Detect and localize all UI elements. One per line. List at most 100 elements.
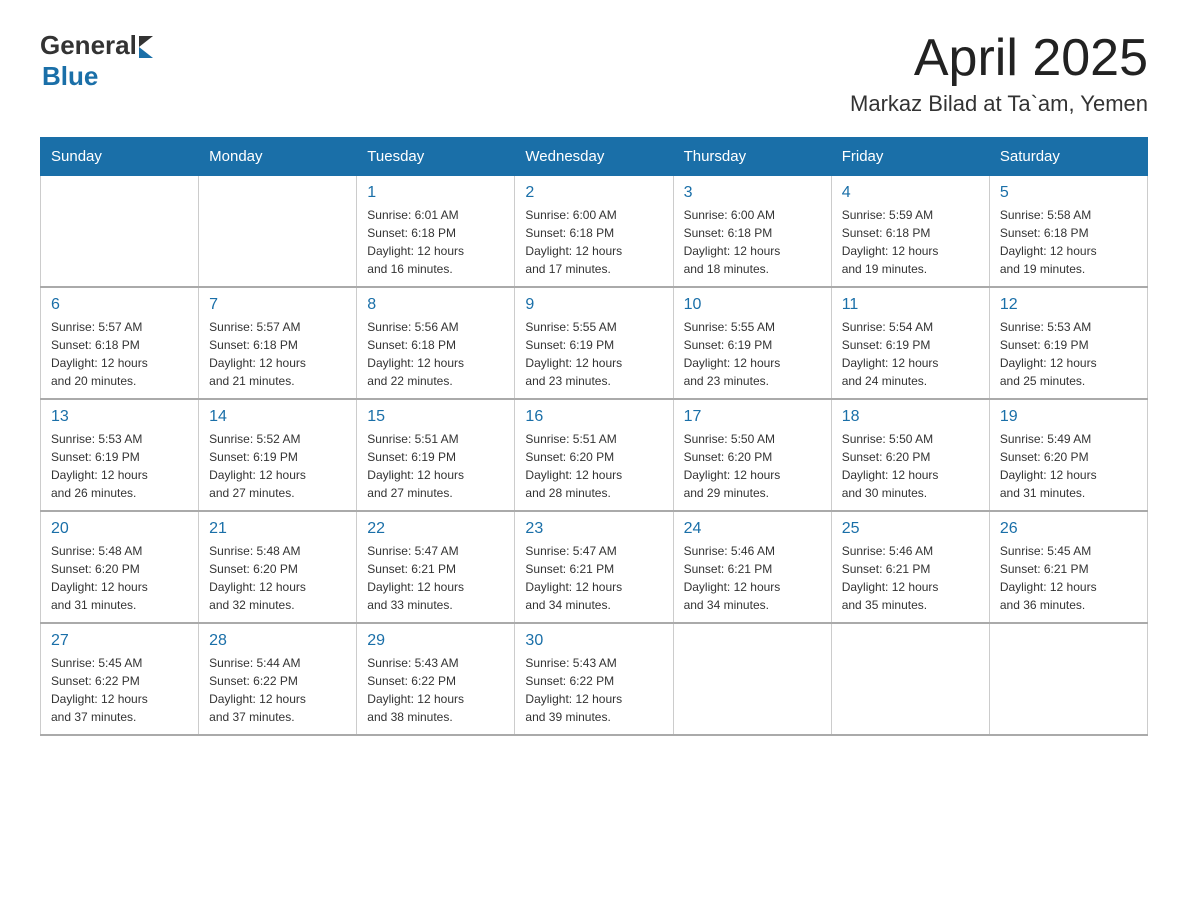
calendar-header: SundayMondayTuesdayWednesdayThursdayFrid… — [41, 138, 1148, 176]
calendar-cell: 22 Sunrise: 5:47 AM Sunset: 6:21 PM Dayli… — [357, 511, 515, 623]
calendar-cell: 18 Sunrise: 5:50 AM Sunset: 6:20 PM Dayli… — [831, 399, 989, 511]
day-number: 23 — [525, 520, 662, 538]
day-info: Sunrise: 5:52 AM Sunset: 6:19 PM Dayligh… — [209, 430, 346, 502]
calendar-row-2: 6 Sunrise: 5:57 AM Sunset: 6:18 PM Daylig… — [41, 287, 1148, 399]
day-info: Sunrise: 6:00 AM Sunset: 6:18 PM Dayligh… — [525, 206, 662, 278]
day-info: Sunrise: 5:43 AM Sunset: 6:22 PM Dayligh… — [525, 654, 662, 726]
title-block: April 2025 Markaz Bilad at Ta`am, Yemen — [850, 30, 1148, 117]
header-cell-tuesday: Tuesday — [357, 138, 515, 176]
day-info: Sunrise: 5:55 AM Sunset: 6:19 PM Dayligh… — [525, 318, 662, 390]
day-info: Sunrise: 5:53 AM Sunset: 6:19 PM Dayligh… — [51, 430, 188, 502]
calendar-cell: 30 Sunrise: 5:43 AM Sunset: 6:22 PM Dayli… — [515, 623, 673, 735]
day-info: Sunrise: 5:45 AM Sunset: 6:21 PM Dayligh… — [1000, 542, 1137, 614]
day-info: Sunrise: 5:50 AM Sunset: 6:20 PM Dayligh… — [684, 430, 821, 502]
day-number: 4 — [842, 184, 979, 202]
calendar-cell: 1Sunrise: 6:01 AM Sunset: 6:18 PM Daylig… — [357, 176, 515, 288]
day-info: Sunrise: 5:55 AM Sunset: 6:19 PM Dayligh… — [684, 318, 821, 390]
day-number: 16 — [525, 408, 662, 426]
header-cell-sunday: Sunday — [41, 138, 199, 176]
page-title: April 2025 — [850, 30, 1148, 87]
header-cell-thursday: Thursday — [673, 138, 831, 176]
day-number: 5 — [1000, 184, 1137, 202]
calendar-cell: 15 Sunrise: 5:51 AM Sunset: 6:19 PM Dayli… — [357, 399, 515, 511]
calendar-cell: 4 Sunrise: 5:59 AM Sunset: 6:18 PM Daylig… — [831, 176, 989, 288]
calendar-cell: 23 Sunrise: 5:47 AM Sunset: 6:21 PM Dayli… — [515, 511, 673, 623]
calendar-cell: 24 Sunrise: 5:46 AM Sunset: 6:21 PM Dayli… — [673, 511, 831, 623]
day-number: 22 — [367, 520, 504, 538]
day-info: Sunrise: 5:47 AM Sunset: 6:21 PM Dayligh… — [367, 542, 504, 614]
calendar-row-5: 27 Sunrise: 5:45 AM Sunset: 6:22 PM Dayli… — [41, 623, 1148, 735]
header-cell-wednesday: Wednesday — [515, 138, 673, 176]
day-number: 29 — [367, 632, 504, 650]
calendar-cell: 16 Sunrise: 5:51 AM Sunset: 6:20 PM Dayli… — [515, 399, 673, 511]
day-number: 20 — [51, 520, 188, 538]
header-row: SundayMondayTuesdayWednesdayThursdayFrid… — [41, 138, 1148, 176]
day-number: 21 — [209, 520, 346, 538]
day-info: Sunrise: 5:57 AM Sunset: 6:18 PM Dayligh… — [51, 318, 188, 390]
page-subtitle: Markaz Bilad at Ta`am, Yemen — [850, 91, 1148, 117]
day-number: 9 — [525, 296, 662, 314]
calendar-row-4: 20 Sunrise: 5:48 AM Sunset: 6:20 PM Dayli… — [41, 511, 1148, 623]
day-number: 28 — [209, 632, 346, 650]
day-number: 25 — [842, 520, 979, 538]
day-info: Sunrise: 5:51 AM Sunset: 6:20 PM Dayligh… — [525, 430, 662, 502]
day-info: Sunrise: 5:59 AM Sunset: 6:18 PM Dayligh… — [842, 206, 979, 278]
day-number: 8 — [367, 296, 504, 314]
day-number: 15 — [367, 408, 504, 426]
calendar-cell — [199, 176, 357, 288]
day-info: Sunrise: 5:49 AM Sunset: 6:20 PM Dayligh… — [1000, 430, 1137, 502]
day-info: Sunrise: 5:48 AM Sunset: 6:20 PM Dayligh… — [51, 542, 188, 614]
day-number: 30 — [525, 632, 662, 650]
calendar-cell — [989, 623, 1147, 735]
day-info: Sunrise: 5:46 AM Sunset: 6:21 PM Dayligh… — [842, 542, 979, 614]
logo-general: General — [40, 30, 137, 61]
day-number: 18 — [842, 408, 979, 426]
calendar-row-3: 13Sunrise: 5:53 AM Sunset: 6:19 PM Dayli… — [41, 399, 1148, 511]
calendar-cell: 19 Sunrise: 5:49 AM Sunset: 6:20 PM Dayli… — [989, 399, 1147, 511]
calendar-cell: 29Sunrise: 5:43 AM Sunset: 6:22 PM Dayli… — [357, 623, 515, 735]
day-info: Sunrise: 5:44 AM Sunset: 6:22 PM Dayligh… — [209, 654, 346, 726]
day-number: 11 — [842, 296, 979, 314]
day-info: Sunrise: 5:45 AM Sunset: 6:22 PM Dayligh… — [51, 654, 188, 726]
day-number: 12 — [1000, 296, 1137, 314]
day-info: Sunrise: 5:53 AM Sunset: 6:19 PM Dayligh… — [1000, 318, 1137, 390]
day-number: 3 — [684, 184, 821, 202]
calendar-cell: 26 Sunrise: 5:45 AM Sunset: 6:21 PM Dayli… — [989, 511, 1147, 623]
page-header: General Blue April 2025 Markaz Bilad at … — [40, 30, 1148, 117]
calendar-cell: 14Sunrise: 5:52 AM Sunset: 6:19 PM Dayli… — [199, 399, 357, 511]
day-info: Sunrise: 5:56 AM Sunset: 6:18 PM Dayligh… — [367, 318, 504, 390]
day-number: 27 — [51, 632, 188, 650]
day-number: 26 — [1000, 520, 1137, 538]
day-info: Sunrise: 5:47 AM Sunset: 6:21 PM Dayligh… — [525, 542, 662, 614]
day-info: Sunrise: 6:00 AM Sunset: 6:18 PM Dayligh… — [684, 206, 821, 278]
calendar-cell: 13Sunrise: 5:53 AM Sunset: 6:19 PM Dayli… — [41, 399, 199, 511]
calendar-cell: 11 Sunrise: 5:54 AM Sunset: 6:19 PM Dayli… — [831, 287, 989, 399]
calendar-cell: 6 Sunrise: 5:57 AM Sunset: 6:18 PM Daylig… — [41, 287, 199, 399]
calendar-cell: 10Sunrise: 5:55 AM Sunset: 6:19 PM Dayli… — [673, 287, 831, 399]
day-number: 19 — [1000, 408, 1137, 426]
calendar-cell: 21Sunrise: 5:48 AM Sunset: 6:20 PM Dayli… — [199, 511, 357, 623]
day-number: 17 — [684, 408, 821, 426]
calendar-cell: 3 Sunrise: 6:00 AM Sunset: 6:18 PM Daylig… — [673, 176, 831, 288]
day-info: Sunrise: 5:51 AM Sunset: 6:19 PM Dayligh… — [367, 430, 504, 502]
calendar-cell: 20 Sunrise: 5:48 AM Sunset: 6:20 PM Dayli… — [41, 511, 199, 623]
calendar-cell: 2Sunrise: 6:00 AM Sunset: 6:18 PM Daylig… — [515, 176, 673, 288]
calendar-row-1: 1Sunrise: 6:01 AM Sunset: 6:18 PM Daylig… — [41, 176, 1148, 288]
calendar-cell — [41, 176, 199, 288]
calendar-cell: 8 Sunrise: 5:56 AM Sunset: 6:18 PM Daylig… — [357, 287, 515, 399]
calendar-body: 1Sunrise: 6:01 AM Sunset: 6:18 PM Daylig… — [41, 176, 1148, 736]
day-info: Sunrise: 5:50 AM Sunset: 6:20 PM Dayligh… — [842, 430, 979, 502]
day-info: Sunrise: 5:57 AM Sunset: 6:18 PM Dayligh… — [209, 318, 346, 390]
day-info: Sunrise: 5:54 AM Sunset: 6:19 PM Dayligh… — [842, 318, 979, 390]
logo-blue: Blue — [42, 61, 98, 92]
day-number: 24 — [684, 520, 821, 538]
calendar-cell: 7Sunrise: 5:57 AM Sunset: 6:18 PM Daylig… — [199, 287, 357, 399]
calendar-cell — [831, 623, 989, 735]
calendar-cell: 28 Sunrise: 5:44 AM Sunset: 6:22 PM Dayli… — [199, 623, 357, 735]
calendar-cell: 9 Sunrise: 5:55 AM Sunset: 6:19 PM Daylig… — [515, 287, 673, 399]
calendar-cell: 17 Sunrise: 5:50 AM Sunset: 6:20 PM Dayli… — [673, 399, 831, 511]
day-number: 6 — [51, 296, 188, 314]
header-cell-monday: Monday — [199, 138, 357, 176]
calendar-cell: 27 Sunrise: 5:45 AM Sunset: 6:22 PM Dayli… — [41, 623, 199, 735]
day-info: Sunrise: 5:46 AM Sunset: 6:21 PM Dayligh… — [684, 542, 821, 614]
